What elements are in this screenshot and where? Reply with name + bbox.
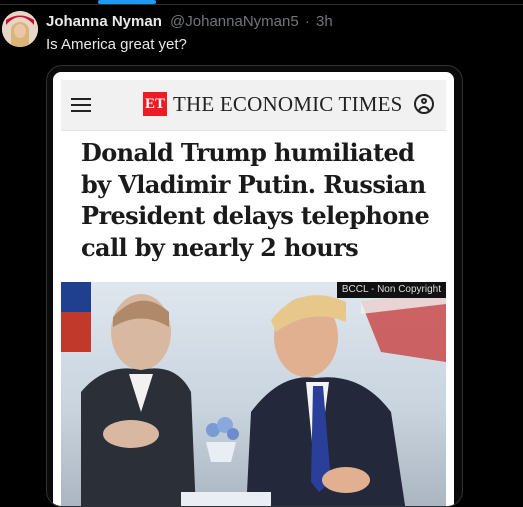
headline-line: call by nearly 2 hours [81,232,359,262]
author-name[interactable]: Johanna Nyman [46,13,162,30]
et-wordmark: THE ECONOMIC TIMES [173,92,403,116]
headline-line: President delays telephone [81,201,430,230]
author-handle[interactable]: @JohannaNyman5 [170,13,299,30]
article-screenshot: ET THE ECONOMIC TIMES Donald Trump humil… [53,72,454,506]
user-icon [414,94,434,114]
article-headline: Donald Trump humiliated by Vladimir Puti… [81,137,431,263]
timestamp[interactable]: 3h [316,13,333,30]
tweet-text: Is America great yet? [46,36,187,53]
headline-line: Donald Trump humiliated [81,138,415,167]
divider [0,4,523,5]
tweet-header: Johanna Nyman @JohannaNyman5 · 3h [46,13,333,31]
avatar[interactable] [2,11,38,47]
photo-credit: BCCL - Non Copyright [336,282,446,298]
article-photo: BCCL - Non Copyright [61,282,446,506]
et-logo-mark: ET [143,92,167,116]
headline-line: by Vladimir Putin. Russian [81,169,426,199]
photo-illustration [61,282,446,506]
media-card[interactable]: ET THE ECONOMIC TIMES Donald Trump humil… [46,65,463,507]
menu-icon [71,98,91,112]
meta-separator: · [304,13,310,30]
et-header: ET THE ECONOMIC TIMES [61,80,446,131]
